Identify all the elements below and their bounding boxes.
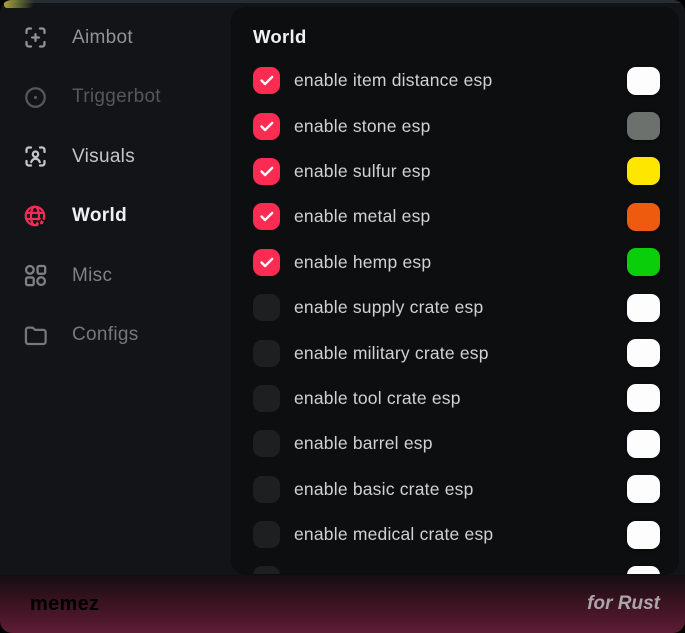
esp-checkbox[interactable] — [253, 158, 280, 185]
esp-checkbox[interactable] — [253, 566, 280, 574]
esp-color-swatch[interactable] — [627, 294, 660, 322]
esp-checkbox[interactable] — [253, 294, 280, 321]
sidebar-item-label: Aimbot — [72, 27, 133, 49]
globe-star-icon — [22, 203, 49, 230]
window-top-edge — [0, 0, 685, 3]
esp-color-swatch[interactable] — [627, 157, 660, 185]
folder-icon — [22, 322, 49, 349]
esp-setting-row: enable supply crate esp — [253, 285, 660, 330]
esp-color-swatch[interactable] — [627, 521, 660, 549]
esp-color-swatch[interactable] — [627, 67, 660, 95]
sidebar-item-configs[interactable]: Configs — [0, 306, 232, 366]
esp-color-swatch[interactable] — [627, 430, 660, 458]
esp-color-swatch[interactable] — [627, 384, 660, 412]
esp-setting-label: enable basic crate esp — [294, 479, 474, 500]
sidebar-item-label: World — [72, 205, 127, 227]
person-scan-icon — [22, 143, 49, 170]
esp-setting-row: enable military crate esp — [253, 330, 660, 375]
sidebar-item-aimbot[interactable]: Aimbot — [0, 8, 232, 68]
sidebar-item-world[interactable]: World — [0, 187, 232, 247]
sidebar: Aimbot Triggerbot Visuals World Misc Con… — [0, 8, 232, 365]
esp-color-swatch[interactable] — [627, 566, 660, 574]
esp-setting-row: enable item distance esp — [253, 58, 660, 103]
esp-color-swatch[interactable] — [627, 112, 660, 140]
esp-setting-row: enable medical crate esp — [253, 512, 660, 557]
footer-bar: memez for Rust — [0, 575, 685, 633]
esp-setting-label: enable metal esp — [294, 206, 430, 227]
checkmark-icon — [258, 118, 275, 135]
esp-setting-row: enable metal esp — [253, 194, 660, 239]
esp-setting-label: enable supply crate esp — [294, 297, 483, 318]
crosshair-scan-icon — [22, 24, 49, 51]
esp-setting-row: enable barrel esp — [253, 421, 660, 466]
esp-setting-label: enable hemp esp — [294, 252, 431, 273]
esp-setting-label: enable item distance esp — [294, 70, 492, 91]
esp-checkbox[interactable] — [253, 340, 280, 367]
esp-setting-label: enable military crate esp — [294, 343, 489, 364]
esp-setting-row — [253, 557, 660, 574]
sidebar-item-misc[interactable]: Misc — [0, 246, 232, 306]
esp-checkbox[interactable] — [253, 476, 280, 503]
cheat-menu-window: Aimbot Triggerbot Visuals World Misc Con… — [0, 0, 685, 633]
esp-setting-row: enable sulfur esp — [253, 149, 660, 194]
esp-setting-row: enable hemp esp — [253, 240, 660, 285]
esp-checkbox[interactable] — [253, 249, 280, 276]
esp-checkbox[interactable] — [253, 385, 280, 412]
world-panel: World enable item distance esp enable st… — [232, 8, 678, 574]
sidebar-item-visuals[interactable]: Visuals — [0, 127, 232, 187]
sidebar-item-label: Visuals — [72, 146, 135, 168]
settings-list: enable item distance esp enable stone es… — [253, 58, 660, 574]
sidebar-item-triggerbot[interactable]: Triggerbot — [0, 68, 232, 128]
esp-setting-label: enable tool crate esp — [294, 388, 461, 409]
esp-setting-row: enable stone esp — [253, 103, 660, 148]
checkmark-icon — [258, 254, 275, 271]
esp-setting-label: enable medical crate esp — [294, 524, 493, 545]
esp-setting-row: enable tool crate esp — [253, 376, 660, 421]
circle-dot-icon — [22, 84, 49, 111]
esp-setting-label: enable barrel esp — [294, 433, 433, 454]
checkmark-icon — [258, 72, 275, 89]
esp-checkbox[interactable] — [253, 113, 280, 140]
background-artifact — [4, 0, 34, 8]
sidebar-item-label: Misc — [72, 265, 112, 287]
esp-setting-row: enable basic crate esp — [253, 467, 660, 512]
checkmark-icon — [258, 208, 275, 225]
esp-checkbox[interactable] — [253, 430, 280, 457]
esp-checkbox[interactable] — [253, 521, 280, 548]
grid-shapes-icon — [22, 262, 49, 289]
esp-checkbox[interactable] — [253, 203, 280, 230]
esp-color-swatch[interactable] — [627, 339, 660, 367]
sidebar-item-label: Configs — [72, 324, 139, 346]
esp-checkbox[interactable] — [253, 67, 280, 94]
panel-title: World — [253, 26, 660, 48]
brand-label: memez — [30, 593, 99, 616]
esp-color-swatch[interactable] — [627, 475, 660, 503]
checkmark-icon — [258, 163, 275, 180]
esp-setting-label: enable sulfur esp — [294, 161, 431, 182]
tagline-label: for Rust — [587, 593, 660, 615]
sidebar-item-label: Triggerbot — [72, 86, 161, 108]
esp-setting-label: enable stone esp — [294, 116, 431, 137]
esp-color-swatch[interactable] — [627, 248, 660, 276]
esp-color-swatch[interactable] — [627, 203, 660, 231]
